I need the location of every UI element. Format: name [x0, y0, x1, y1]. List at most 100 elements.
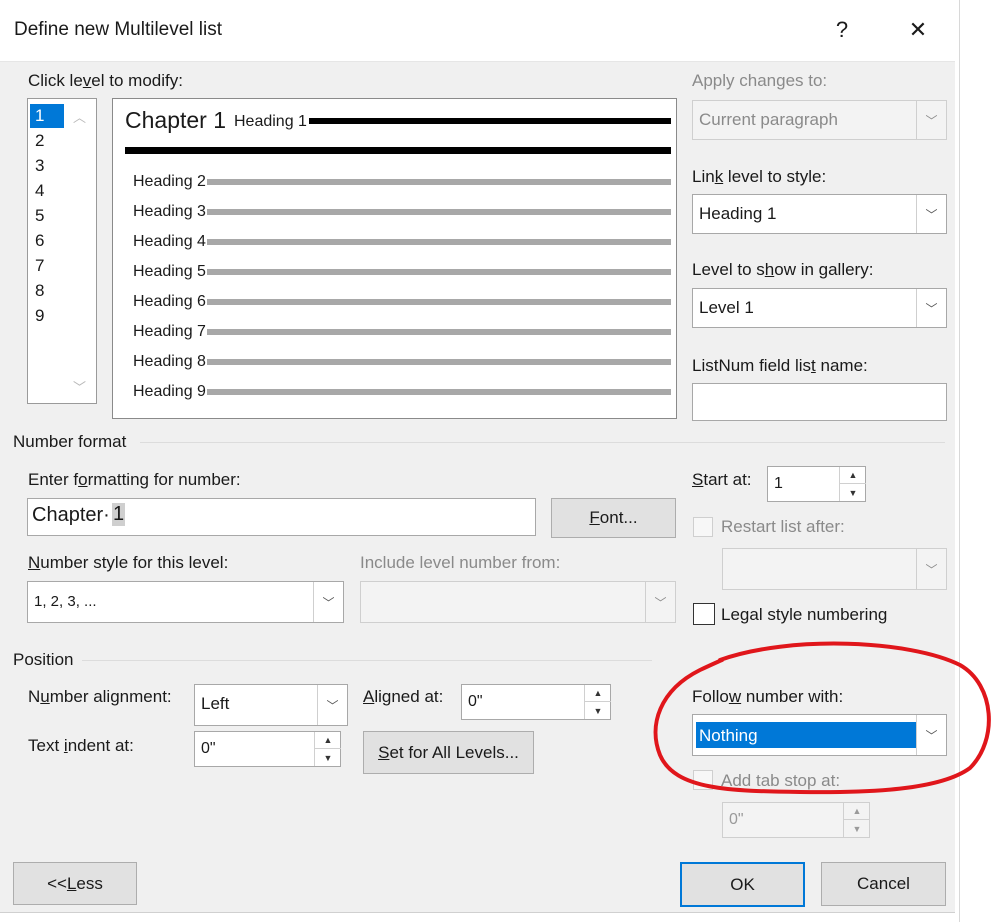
preview-heading-9: Heading 9 [133, 383, 206, 400]
number-style-label: Number style for this level: [28, 553, 229, 572]
number-alignment-label: Number alignment: [28, 687, 172, 706]
restart-list-combo: ﹀ [722, 548, 947, 590]
preview-bar-3 [207, 209, 671, 215]
preview-heading-3: Heading 3 [133, 203, 206, 220]
preview-heading-8: Heading 8 [133, 353, 206, 370]
level-item-5[interactable]: 5 [30, 204, 64, 228]
level-item-9[interactable]: 9 [30, 304, 64, 328]
preview-heading-6: Heading 6 [133, 293, 206, 310]
add-tab-stop-spinner: 0" ▲ ▼ [722, 802, 870, 838]
spin-up-icon: ▲ [844, 803, 870, 820]
cancel-button[interactable]: Cancel [821, 862, 946, 906]
gallery-level-label: Level to show in gallery: [692, 260, 874, 279]
text-indent-value: 0" [201, 740, 216, 757]
levels-label: Click level to modify: [28, 71, 183, 90]
scroll-down-icon[interactable]: ﹀ [73, 377, 86, 396]
ok-button[interactable]: OK [680, 862, 805, 907]
level-item-7[interactable]: 7 [30, 254, 64, 278]
level-item-2[interactable]: 2 [30, 129, 64, 153]
number-style-value: 1, 2, 3, ... [34, 593, 97, 610]
preview-heading-1: Heading 1 [234, 113, 307, 130]
preview-bar-7 [207, 329, 671, 335]
chevron-down-icon[interactable]: ﹀ [317, 685, 347, 725]
apply-changes-value: Current paragraph [699, 110, 838, 129]
gallery-level-combo[interactable]: Level 1 ﹀ [692, 288, 947, 328]
chevron-down-icon[interactable]: ﹀ [916, 195, 946, 233]
preview-bar-2 [207, 179, 671, 185]
start-at-value: 1 [774, 475, 783, 492]
position-heading: Position [13, 650, 74, 669]
format-text: Chapter· [32, 504, 110, 526]
legal-style-label: Legal style numbering [721, 605, 888, 624]
level-item-8[interactable]: 8 [30, 279, 64, 303]
gallery-level-value: Level 1 [699, 298, 754, 317]
preview-heading-2: Heading 2 [133, 173, 206, 190]
spin-down-icon: ▼ [852, 823, 862, 834]
preview-bar-1b [125, 147, 671, 154]
list-preview: Chapter 1 Heading 1 Heading 2 Heading 3 … [112, 98, 677, 419]
include-level-label: Include level number from: [360, 553, 561, 572]
less-button[interactable]: << Less [13, 862, 137, 905]
preview-chapter: Chapter 1 [125, 107, 227, 133]
include-level-combo: ﹀ [360, 581, 676, 623]
number-format-heading: Number format [13, 432, 127, 451]
restart-list-checkbox [693, 517, 713, 537]
link-level-value: Heading 1 [699, 204, 777, 223]
number-alignment-value: Left [201, 694, 230, 713]
close-button[interactable]: ✕ [896, 10, 940, 50]
apply-changes-combo: Current paragraph ﹀ [692, 100, 947, 140]
chevron-down-icon: ﹀ [916, 101, 946, 139]
listnum-input[interactable] [692, 383, 947, 421]
level-item-4[interactable]: 4 [30, 179, 64, 203]
chevron-down-icon[interactable]: ﹀ [313, 582, 343, 622]
preview-bar-8 [207, 359, 671, 365]
preview-bar-4 [207, 239, 671, 245]
spin-up-icon[interactable]: ▲ [315, 732, 341, 749]
preview-bar-6 [207, 299, 671, 305]
preview-bar-1 [309, 118, 671, 124]
scroll-up-icon[interactable]: ︿ [73, 107, 86, 126]
level-item-1[interactable]: 1 [30, 104, 64, 128]
listnum-label: ListNum field list name: [692, 356, 868, 375]
chevron-down-icon: ﹀ [645, 582, 675, 622]
spin-down-icon[interactable]: ▼ [315, 749, 341, 766]
apply-changes-label: Apply changes to: [692, 71, 828, 90]
enter-format-label: Enter formatting for number: [28, 470, 241, 489]
group-divider [140, 442, 945, 443]
preview-heading-7: Heading 7 [133, 323, 206, 340]
font-button[interactable]: Font... [551, 498, 676, 538]
preview-heading-4: Heading 4 [133, 233, 206, 250]
aligned-at-spinner[interactable]: 0" ▲ ▼ [461, 684, 611, 720]
preview-heading-5: Heading 5 [133, 263, 206, 280]
dialog-bottom-edge [0, 912, 955, 922]
aligned-at-label: Aligned at: [363, 687, 444, 706]
legal-style-checkbox[interactable] [693, 603, 715, 625]
annotation-circle [653, 641, 991, 795]
chevron-down-icon: ﹀ [916, 549, 946, 589]
help-button[interactable]: ? [820, 10, 864, 50]
level-item-6[interactable]: 6 [30, 229, 64, 253]
start-at-label: Start at: [692, 470, 752, 489]
preview-bar-5 [207, 269, 671, 275]
title-bar: Define new Multilevel list ? ✕ [0, 0, 955, 62]
link-level-combo[interactable]: Heading 1 ﹀ [692, 194, 947, 234]
number-alignment-combo[interactable]: Left ﹀ [194, 684, 348, 726]
set-for-all-levels-button[interactable]: Set for All Levels... [363, 731, 534, 774]
level-listbox[interactable]: 1 2 3 4 5 6 7 8 9 ︿ ﹀ [27, 98, 97, 404]
aligned-at-value: 0" [468, 693, 483, 710]
spin-up-icon[interactable]: ▲ [585, 685, 611, 702]
spin-up-icon[interactable]: ▲ [840, 467, 866, 484]
link-level-label: Link level to style: [692, 167, 827, 186]
restart-list-label: Restart list after: [721, 517, 845, 536]
spin-down-icon[interactable]: ▼ [840, 484, 866, 501]
text-indent-spinner[interactable]: 0" ▲ ▼ [194, 731, 341, 767]
level-item-3[interactable]: 3 [30, 154, 64, 178]
number-format-input[interactable]: Chapter· 1 [27, 498, 536, 536]
preview-bar-9 [207, 389, 671, 395]
number-style-combo[interactable]: 1, 2, 3, ... ﹀ [27, 581, 344, 623]
spin-down-icon[interactable]: ▼ [585, 702, 611, 719]
format-number-field[interactable]: 1 [112, 503, 126, 526]
dialog-title: Define new Multilevel list [14, 19, 223, 40]
start-at-spinner[interactable]: 1 ▲ ▼ [767, 466, 866, 502]
chevron-down-icon[interactable]: ﹀ [916, 289, 946, 327]
